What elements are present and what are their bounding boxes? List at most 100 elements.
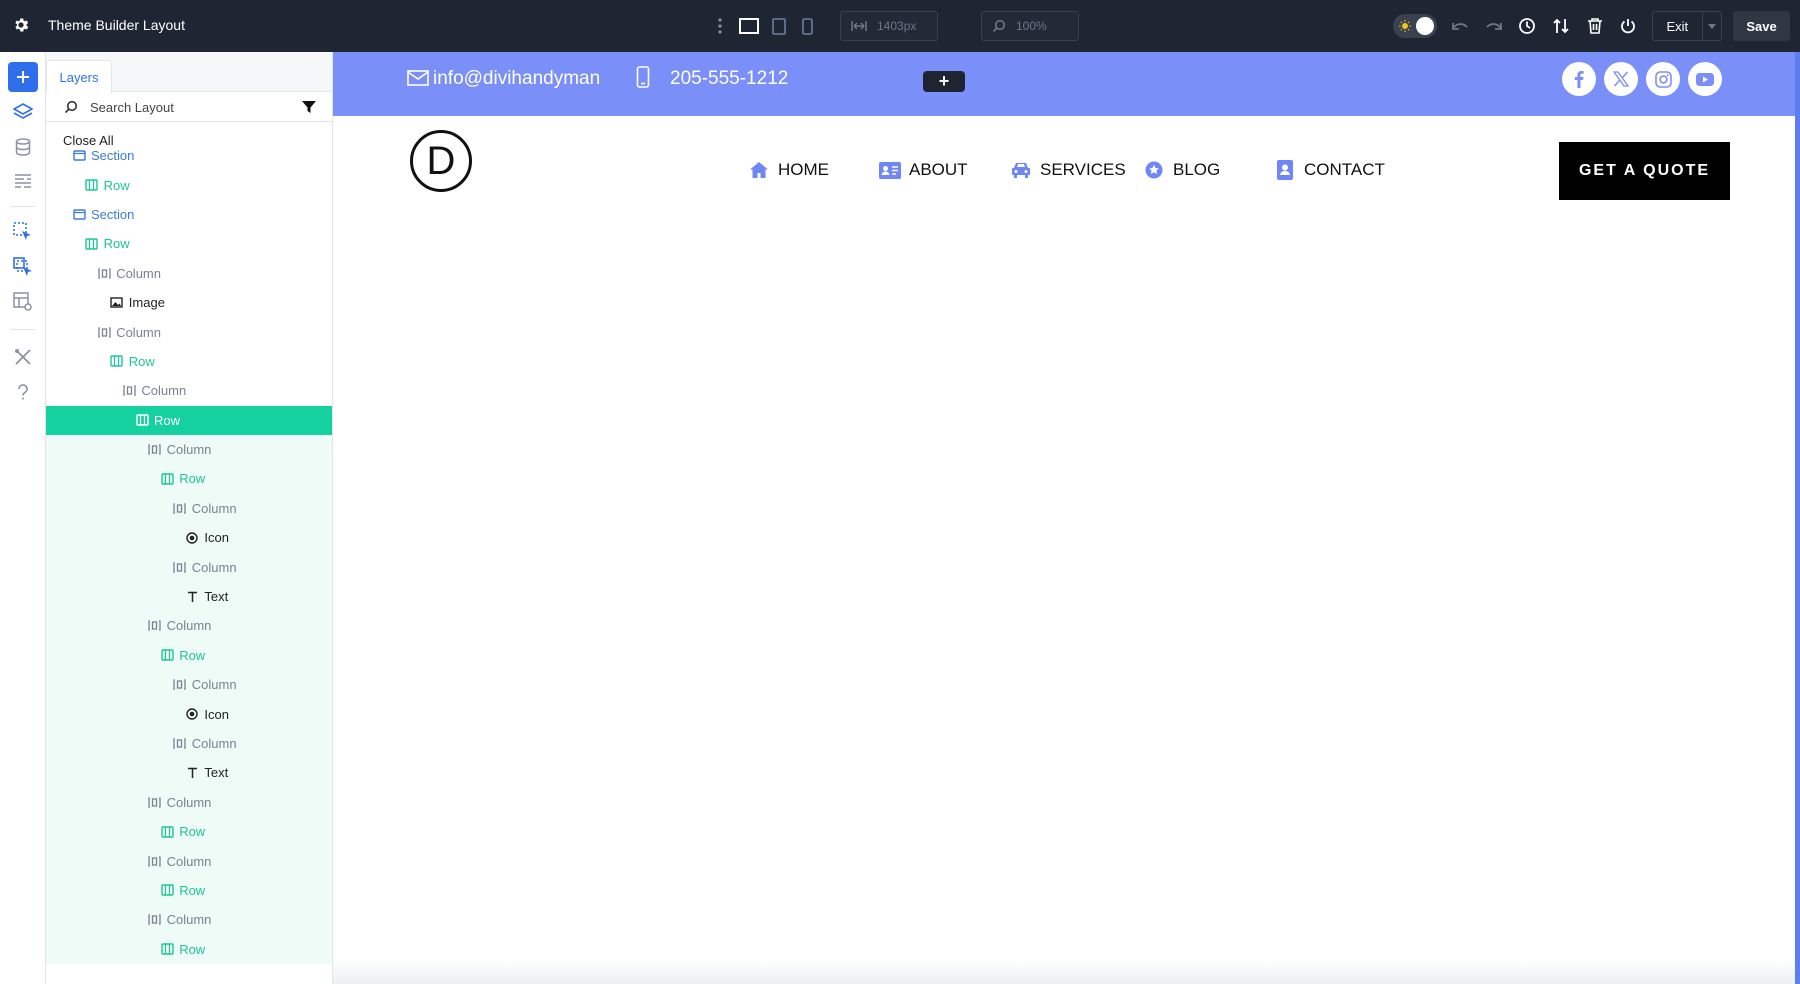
layer-label: Text <box>204 589 228 604</box>
layer-row[interactable]: Row <box>46 229 333 258</box>
power-icon[interactable] <box>1617 15 1639 37</box>
layer-label: Row <box>179 824 205 839</box>
facebook-icon[interactable] <box>1562 62 1596 96</box>
canvas-scrollbar[interactable] <box>1795 52 1800 984</box>
layer-section[interactable]: Section <box>46 141 333 170</box>
layer-column[interactable]: Column <box>46 259 333 288</box>
layer-row[interactable]: Row <box>46 876 333 905</box>
tools-icon[interactable] <box>8 342 38 372</box>
text-icon <box>185 590 199 604</box>
column-icon <box>148 854 162 868</box>
tab-layers[interactable]: Layers <box>46 60 112 93</box>
desktop-view-icon[interactable] <box>738 16 760 36</box>
layer-row[interactable]: Row <box>46 641 333 670</box>
layer-icon[interactable]: Icon <box>46 699 333 728</box>
history-clock-icon[interactable] <box>1516 15 1538 37</box>
layer-tree: SectionRowSectionRowColumnImageColumnRow… <box>46 141 333 964</box>
section-icon <box>72 207 86 221</box>
row-icon <box>85 237 99 251</box>
contact-phone[interactable]: 205-555-1212 <box>670 68 788 90</box>
nav-about[interactable]: ABOUT <box>879 160 968 180</box>
nav-home[interactable]: HOME <box>748 160 829 180</box>
nav-blog[interactable]: BLOG <box>1143 160 1220 180</box>
filter-funnel-icon[interactable] <box>302 100 316 114</box>
row-icon <box>110 354 124 368</box>
layer-row[interactable]: Row <box>46 406 333 435</box>
text-icon <box>185 766 199 780</box>
help-icon[interactable] <box>8 377 38 407</box>
layer-text[interactable]: Text <box>46 758 333 787</box>
exit-button[interactable]: Exit <box>1652 11 1722 41</box>
layer-column[interactable]: Column <box>46 494 333 523</box>
search-input[interactable] <box>90 96 290 118</box>
column-icon <box>148 443 162 457</box>
redo-icon[interactable] <box>1483 15 1505 37</box>
top-toolbar: Theme Builder Layout 1403px 100% <box>0 0 1800 52</box>
layer-column[interactable]: Column <box>46 846 333 875</box>
exit-caret-down-icon[interactable] <box>1702 12 1721 40</box>
zoom-field[interactable]: 100% <box>981 11 1079 41</box>
canvas-width-field[interactable]: 1403px <box>840 11 938 41</box>
portability-arrows-icon[interactable] <box>1550 15 1572 37</box>
contact-email[interactable]: info@divihandyman <box>433 68 600 90</box>
layer-label: Row <box>179 942 205 957</box>
layer-text[interactable]: Text <box>46 582 333 611</box>
layer-row[interactable]: Row <box>46 170 333 199</box>
save-button[interactable]: Save <box>1733 11 1790 41</box>
undo-icon[interactable] <box>1449 15 1471 37</box>
multi-select-icon[interactable] <box>8 252 38 282</box>
envelope-icon <box>407 69 429 87</box>
page-settings-icon[interactable] <box>8 166 38 196</box>
layer-label: Column <box>192 560 237 575</box>
layer-column[interactable]: Column <box>46 552 333 581</box>
layer-image[interactable]: Image <box>46 288 333 317</box>
youtube-icon[interactable] <box>1688 62 1722 96</box>
layers-icon[interactable] <box>8 97 38 127</box>
rail-divider <box>10 206 36 207</box>
layer-label: Text <box>204 765 228 780</box>
layer-column[interactable]: Column <box>46 317 333 346</box>
database-icon[interactable] <box>8 132 38 162</box>
layer-column[interactable]: Column <box>46 376 333 405</box>
add-module-button[interactable]: + <box>923 71 965 92</box>
column-icon <box>122 384 136 398</box>
builder-canvas: info@divihandyman 205-555-1212 + D HOME <box>333 52 1795 984</box>
layer-row[interactable]: Row <box>46 464 333 493</box>
column-icon <box>148 619 162 633</box>
nav-services[interactable]: SERVICES <box>1010 160 1126 180</box>
tablet-view-icon[interactable] <box>770 16 788 36</box>
layer-label: Column <box>141 383 186 398</box>
instagram-icon[interactable] <box>1646 62 1680 96</box>
row-icon <box>160 825 174 839</box>
layer-column[interactable]: Column <box>46 611 333 640</box>
phone-view-icon[interactable] <box>798 16 816 36</box>
rail-divider <box>10 329 36 330</box>
layer-icon[interactable]: Icon <box>46 523 333 552</box>
light-dark-toggle[interactable] <box>1393 14 1437 38</box>
layer-row[interactable]: Row <box>46 347 333 376</box>
home-icon <box>748 160 770 180</box>
layer-column[interactable]: Column <box>46 435 333 464</box>
layout-search-icon[interactable] <box>8 287 38 317</box>
layer-column[interactable]: Column <box>46 670 333 699</box>
layer-label: Row <box>104 236 130 251</box>
layer-column[interactable]: Column <box>46 788 333 817</box>
add-element-button[interactable] <box>8 62 38 92</box>
more-vertical-icon[interactable] <box>712 16 728 36</box>
layer-section[interactable]: Section <box>46 200 333 229</box>
trash-icon[interactable] <box>1584 15 1606 37</box>
get-a-quote-button[interactable]: GET A QUOTE <box>1559 142 1730 200</box>
x-icon[interactable] <box>1604 62 1638 96</box>
layer-label: Column <box>167 618 212 633</box>
app-title: Theme Builder Layout <box>48 17 185 33</box>
site-logo[interactable]: D <box>410 130 472 192</box>
settings-gear-icon[interactable] <box>10 14 32 36</box>
top-info-bar: info@divihandyman 205-555-1212 + <box>333 52 1795 116</box>
nav-contact[interactable]: CONTACT <box>1274 160 1385 180</box>
select-cursor-icon[interactable] <box>8 217 38 247</box>
layer-column[interactable]: Column <box>46 729 333 758</box>
layer-label: Section <box>91 207 134 222</box>
layer-row[interactable]: Row <box>46 935 333 964</box>
layer-row[interactable]: Row <box>46 817 333 846</box>
layer-column[interactable]: Column <box>46 905 333 934</box>
